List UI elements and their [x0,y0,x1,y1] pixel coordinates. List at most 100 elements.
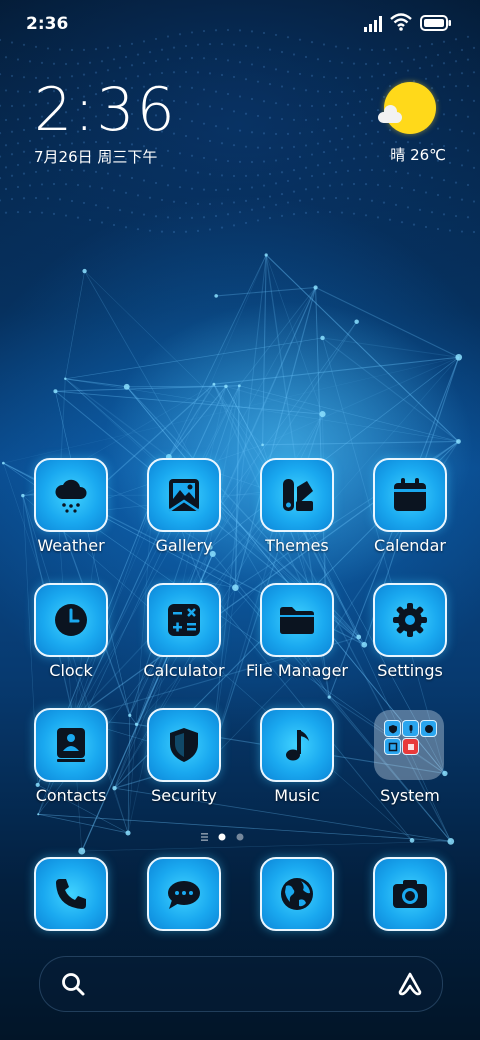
wallpaper-dot [238,187,242,190]
app-security[interactable]: Security [128,708,240,818]
wallpaper-dot [88,218,92,222]
wallpaper-dot [232,174,236,178]
wallpaper-dot [166,216,170,219]
wallpaper-line [213,356,459,385]
wallpaper-dot [220,174,224,177]
wallpaper-dot [424,77,428,80]
wallpaper-dot [268,172,272,176]
page-indicator[interactable] [198,829,258,843]
wallpaper-node [327,695,331,699]
app-gallery[interactable]: Gallery [128,458,240,568]
wallpaper-dot [274,182,278,185]
wallpaper-dot [100,60,104,63]
app-calendar[interactable]: Calendar [354,458,466,568]
wallpaper-dot [418,174,422,177]
wallpaper-dot [208,173,212,176]
app-calculator[interactable]: Calculator [128,583,240,693]
wallpaper-dot [454,181,458,184]
wallpaper-dot [424,191,428,194]
wallpaper-dot [64,183,68,186]
app-music[interactable]: Music [241,708,353,818]
wallpaper-dot [202,88,206,91]
wallpaper-dot [52,212,56,215]
wallpaper-dot [346,76,350,80]
app-contacts[interactable]: Contacts [15,708,127,818]
wallpaper-dot [298,104,302,107]
app-clock[interactable]: Clock [15,583,127,693]
wallpaper-dot [46,197,50,200]
wallpaper-dot [364,111,368,114]
wallpaper-dot [184,101,188,104]
app-file-manager[interactable]: File Manager [241,583,353,693]
mini-notes-icon [402,738,419,755]
wallpaper-dot [226,59,230,62]
wallpaper-dot [214,188,218,192]
wallpaper-dot [136,53,140,56]
wallpaper-dot [412,189,416,192]
wallpaper-dot [286,201,290,204]
wallpaper-dot [136,228,140,231]
dock-camera[interactable] [354,857,466,937]
wallpaper-line [168,383,215,458]
wallpaper-dot [304,188,308,191]
wallpaper-dot [436,75,440,78]
wallpaper-dot [430,211,434,214]
wallpaper-dot [286,103,290,106]
wallpaper-dot [172,71,176,74]
wallpaper-dot [262,100,266,103]
battery-icon [420,15,452,35]
wallpaper-node [78,847,86,855]
wallpaper-dot [10,174,14,177]
globe-icon [260,857,334,931]
wallpaper-dot [250,208,254,211]
mini-recorder-icon [402,720,419,737]
search-bar[interactable] [39,956,443,1012]
wallpaper-dot [202,188,206,191]
wallpaper-dot [28,210,32,214]
wallpaper-dot [256,219,260,222]
wallpaper-line [265,254,459,442]
app-weather[interactable]: Weather [15,458,127,568]
app-themes[interactable]: Themes [241,458,353,568]
app-system-folder[interactable]: System [354,708,466,818]
wallpaper-dot [298,132,302,135]
wallpaper-dot [202,216,206,219]
wallpaper-dot [436,227,440,231]
assistant-icon[interactable] [396,970,424,998]
wallpaper-line [65,378,156,462]
wallpaper-dot [472,200,476,203]
dock-browser[interactable] [241,857,353,937]
app-settings[interactable]: Settings [354,583,466,693]
wallpaper-dot [40,211,44,214]
wallpaper-dot [448,128,452,131]
clock-widget[interactable]: 2:36 7月26日 周三下午 [34,78,177,167]
wallpaper-dot [28,184,32,187]
wallpaper-dot [310,198,314,201]
search-icon[interactable] [60,971,86,997]
wallpaper-dot [322,75,326,79]
wallpaper-dot [76,62,80,65]
wallpaper-dot [274,132,278,136]
wallpaper-dot [256,197,260,200]
wallpaper-dot [364,214,368,217]
wallpaper-dot [298,155,302,158]
wallpaper-dot [364,183,368,186]
weather-widget[interactable]: 晴 26℃ [376,82,446,172]
wallpaper-dot [256,80,260,83]
dock-messages[interactable] [128,857,240,937]
wallpaper-dot [244,78,248,81]
signal-icon [364,14,384,36]
wallpaper-dot [88,61,92,64]
wallpaper-line [55,390,323,415]
wallpaper-dot [280,50,284,54]
wallpaper-dot [460,198,464,201]
wallpaper-dot [340,90,344,93]
list-page-icon [201,833,208,841]
wallpaper-dot [100,221,104,224]
app-label: System [380,786,440,805]
wallpaper-dot [448,161,452,164]
dock-phone[interactable] [15,857,127,937]
wallpaper-dot [220,142,224,145]
wallpaper-dot [346,102,350,105]
wallpaper-dot [94,71,98,74]
